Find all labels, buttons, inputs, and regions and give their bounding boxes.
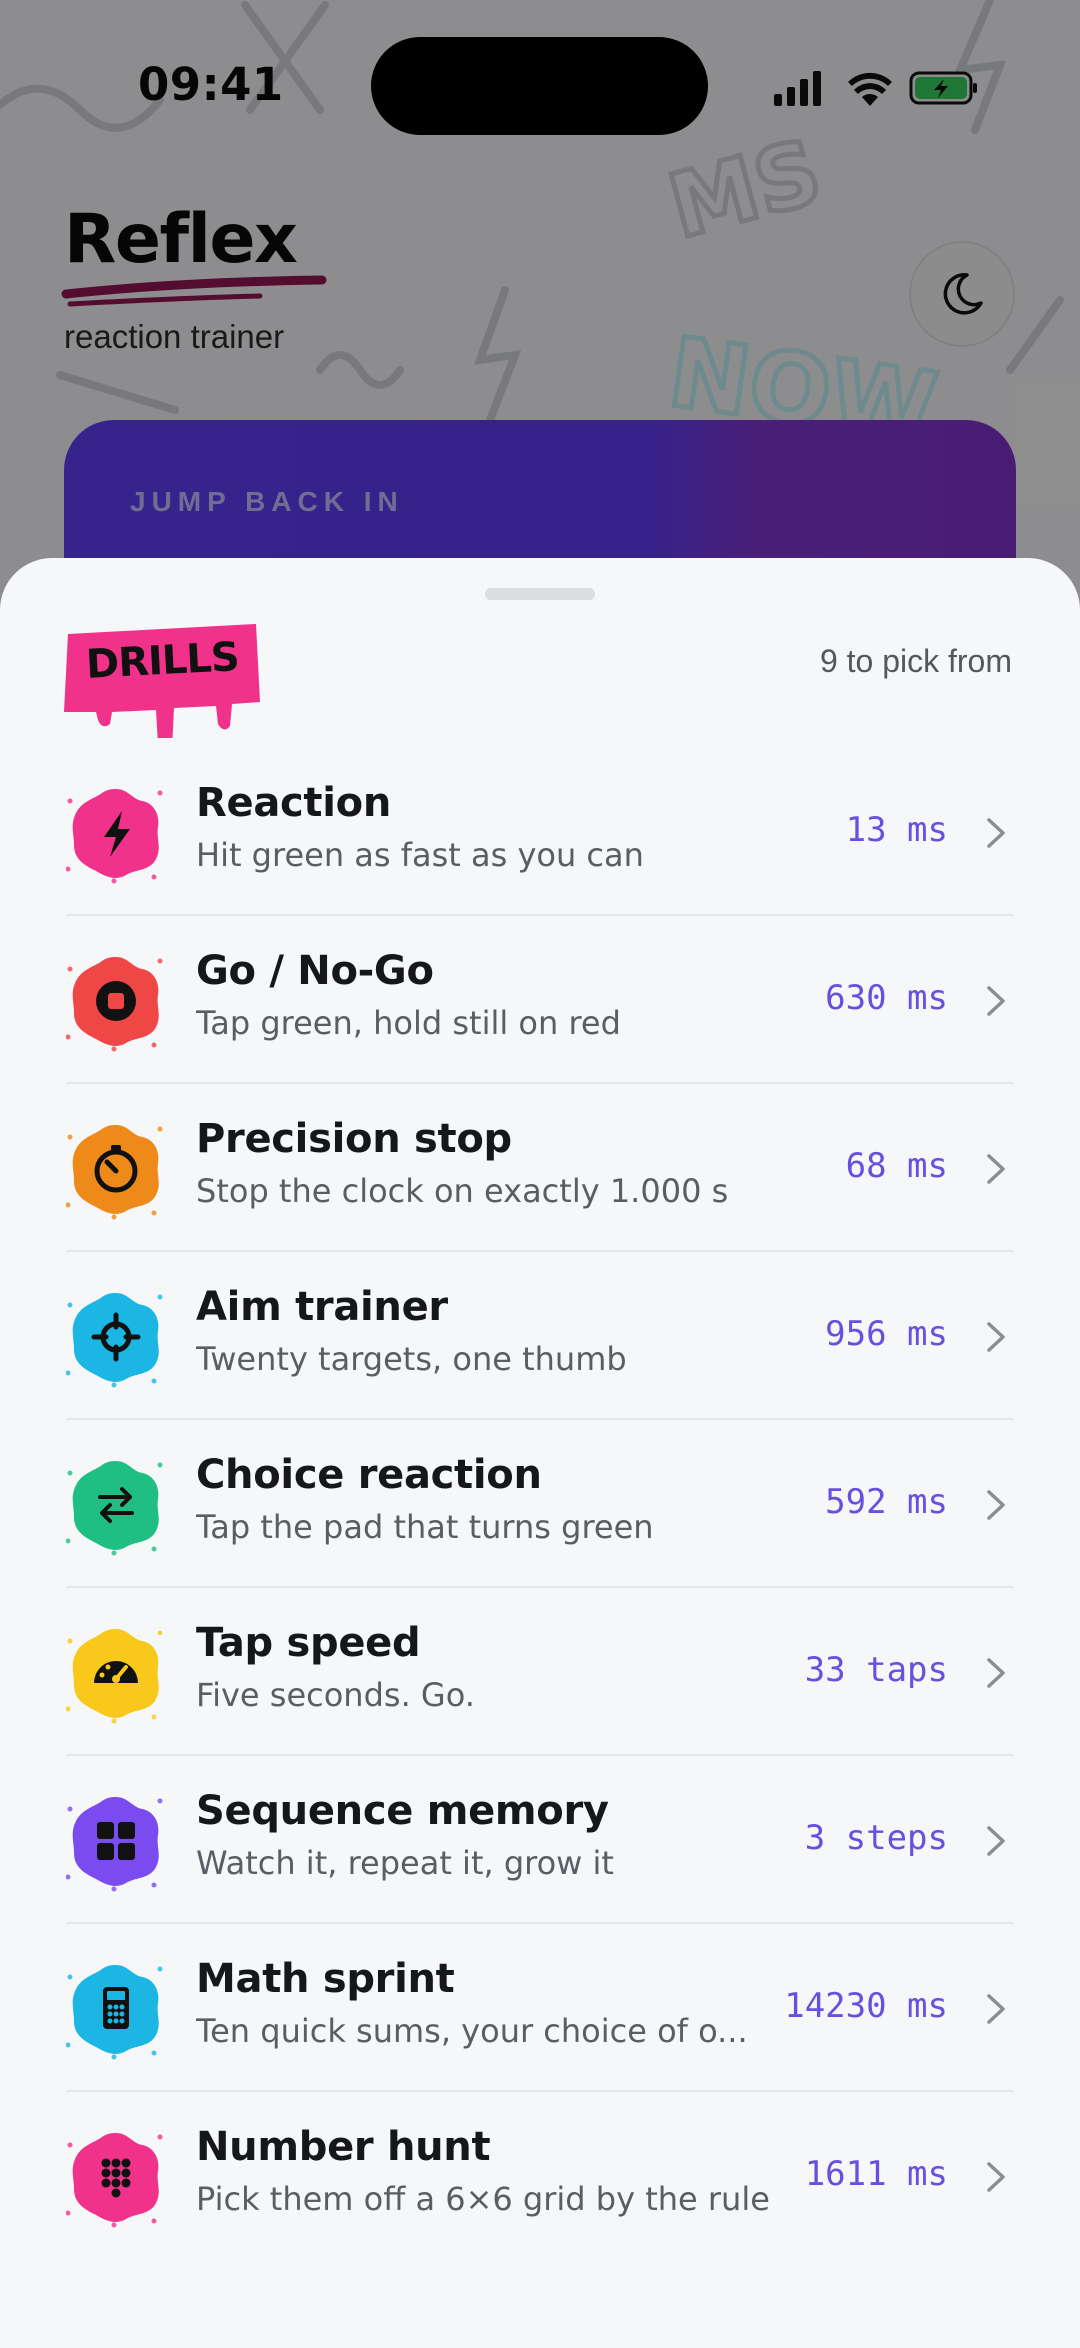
chevron-right-icon [987, 1658, 1005, 1688]
drill-row-reaction[interactable]: Reaction Hit green as fast as you can 13… [66, 748, 1014, 916]
drill-list: Reaction Hit green as fast as you can 13… [66, 748, 1014, 2260]
drill-icon-badge [66, 1965, 163, 2060]
drill-best-score: 68 ms [845, 1146, 948, 1186]
drill-best-score: 630 ms [825, 978, 948, 1018]
chevron-right-icon [987, 1826, 1005, 1856]
drill-best-score: 3 steps [804, 1818, 948, 1858]
drill-name: Reaction [196, 780, 392, 826]
chevron-right-icon [987, 1994, 1005, 2024]
drill-description: Watch it, repeat it, grow it [196, 1844, 614, 1882]
drill-best-score: 592 ms [825, 1482, 948, 1522]
drill-icon-badge [66, 1293, 163, 1388]
drill-description: Twenty targets, one thumb [196, 1340, 627, 1378]
drill-name: Precision stop [196, 1116, 512, 1162]
chevron-right-icon [987, 2162, 1005, 2192]
drill-name: Tap speed [196, 1620, 421, 1666]
chevron-right-icon [987, 1490, 1005, 1520]
sheet-grabber[interactable] [485, 588, 595, 600]
drill-best-score: 956 ms [825, 1314, 948, 1354]
drill-icon-badge [66, 2133, 163, 2228]
drill-icon-badge [66, 1629, 163, 1724]
drills-badge-text: DRILLS [84, 634, 240, 688]
drill-row-math-sprint[interactable]: Math sprint Ten quick sums, your choice … [66, 1924, 1014, 2092]
drill-name: Number hunt [196, 2124, 491, 2170]
drill-row-tap-speed[interactable]: Tap speed Five seconds. Go. 33 taps [66, 1588, 1014, 1756]
drill-description: Pick them off a 6×6 grid by the rule [196, 2180, 770, 2218]
drill-icon-badge [66, 957, 163, 1052]
drill-row-choice-reaction[interactable]: Choice reaction Tap the pad that turns g… [66, 1420, 1014, 1588]
drill-icon-badge [66, 789, 163, 884]
drill-row-number-hunt[interactable]: Number hunt Pick them off a 6×6 grid by … [66, 2092, 1014, 2260]
pick-count: 9 to pick from [819, 643, 1012, 679]
drill-best-score: 33 taps [804, 1650, 948, 1690]
chevron-right-icon [987, 818, 1005, 848]
drills-sheet: DRILLS 9 to pick from Reaction Hit green… [0, 558, 1080, 2348]
drill-best-score: 14230 ms [784, 1986, 948, 2026]
drill-row-aim-trainer[interactable]: Aim trainer Twenty targets, one thumb 95… [66, 1252, 1014, 1420]
calculator-icon [103, 1987, 129, 2029]
drill-description: Ten quick sums, your choice of o... [196, 2012, 748, 2050]
drill-name: Choice reaction [196, 1452, 542, 1498]
chevron-right-icon [987, 1322, 1005, 1352]
chevron-right-icon [987, 1154, 1005, 1184]
drill-row-sequence-memory[interactable]: Sequence memory Watch it, repeat it, gro… [66, 1756, 1014, 1924]
drill-description: Hit green as fast as you can [196, 836, 644, 874]
drill-name: Math sprint [196, 1956, 455, 2002]
drill-name: Go / No-Go [196, 948, 434, 994]
chevron-right-icon [987, 986, 1005, 1016]
drill-best-score: 1611 ms [804, 2154, 948, 2194]
stop-icon [96, 981, 136, 1021]
drill-row-precision-stop[interactable]: Precision stop Stop the clock on exactly… [66, 1084, 1014, 1252]
drill-best-score: 13 ms [845, 810, 948, 850]
drill-description: Tap the pad that turns green [196, 1508, 654, 1546]
drill-row-go-no-go[interactable]: Go / No-Go Tap green, hold still on red … [66, 916, 1014, 1084]
drill-icon-badge [66, 1797, 163, 1892]
drill-icon-badge [66, 1125, 163, 1220]
drill-description: Stop the clock on exactly 1.000 s [196, 1172, 729, 1210]
drill-name: Aim trainer [196, 1284, 448, 1330]
drill-description: Tap green, hold still on red [196, 1004, 621, 1042]
drill-icon-badge [66, 1461, 163, 1556]
drill-description: Five seconds. Go. [196, 1676, 475, 1714]
drill-name: Sequence memory [196, 1788, 609, 1834]
